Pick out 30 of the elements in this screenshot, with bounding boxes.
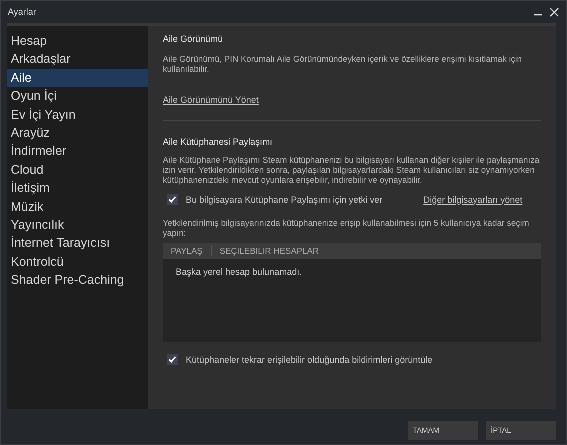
- sidebar-item[interactable]: Shader Pre-Caching: [7, 271, 148, 290]
- checkbox[interactable]: [167, 194, 178, 205]
- instruction-text: Yetkilendirilmiş bilgisayarınızda kütüphanenize erişip kullanabilmesi için 5 kullanıcıya kadar seçim yapın:: [163, 218, 530, 238]
- section-heading: Aile Kütüphanesi Paylaşımı: [163, 137, 274, 147]
- manage-computers-link[interactable]: Diğer bilgisayarları yönet: [424, 194, 523, 204]
- section-description: Aile Görünümü, PIN Korumalı Aile Görünümündeyken içerik ve özelliklere erişimi kısıtlamak için kullanılabilir.: [163, 54, 524, 74]
- column-header: PAYLAŞ: [170, 246, 204, 256]
- sidebar-item[interactable]: Ev İçi Yayın: [7, 106, 148, 124]
- sidebar-item[interactable]: Arkadaşlar: [7, 50, 148, 69]
- checkbox-label: Bu bilgisayara Kütüphane Paylaşımı için yetki ver: [186, 194, 383, 204]
- sidebar-item[interactable]: Aile: [7, 68, 148, 88]
- sidebar-item[interactable]: Oyun İçi: [7, 87, 148, 106]
- window-title: Ayarlar: [8, 7, 36, 17]
- column-header: SEÇILEBILIR HESAPLAR: [210, 246, 328, 256]
- sidebar-item[interactable]: Müzik: [7, 198, 148, 216]
- section-heading: Aile Görünümü: [163, 34, 224, 44]
- sidebar-item[interactable]: Arayüz: [7, 124, 148, 142]
- empty-message: Başka yerel hesap bulunamadı.: [175, 266, 304, 279]
- sidebar-item[interactable]: Kontrolcü: [7, 252, 148, 272]
- sidebar-item[interactable]: İnternet Tarayıcısı: [7, 234, 148, 253]
- sidebar-item[interactable]: Hesap: [7, 32, 148, 50]
- sidebar-item[interactable]: Cloud: [7, 160, 148, 180]
- sidebar-item[interactable]: Yayıncılık: [7, 216, 148, 234]
- section-description: Aile Kütüphane Paylaşımı Steam kütüphanenizi bu bilgisayarı kullanan diğer kişiler ile paylaşmanıza izin verir. Yetkilendirildikten sonra, paylaşılan bilgisayarlardaki Steam kullanıcıları siz oynamıyorken kütüphanenizdeki mevcut oyunlara erişebilir, indirebilir ve oynayabilir.: [163, 155, 541, 185]
- sidebar-item[interactable]: İndirmeler: [7, 142, 148, 161]
- checkbox-label: Kütüphaneler tekrar erişilebilir olduğunda bildirimleri görüntüle: [186, 354, 433, 364]
- sidebar-item[interactable]: İletişim: [7, 179, 148, 198]
- manage-family-view-link[interactable]: Aile Görünümünü Yönet: [163, 95, 259, 105]
- close-icon[interactable]: [550, 8, 559, 16]
- checkbox[interactable]: [167, 354, 178, 365]
